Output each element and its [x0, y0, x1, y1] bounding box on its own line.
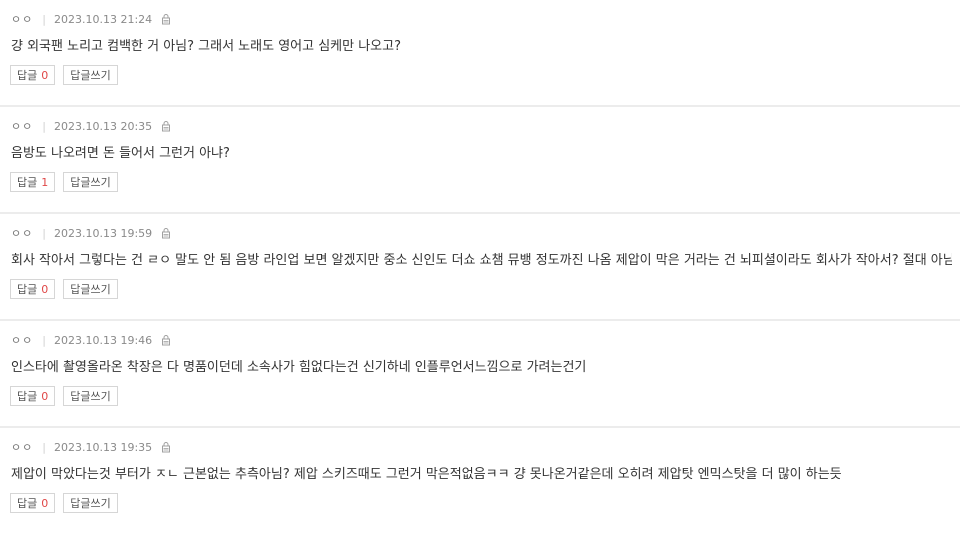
write-reply-button[interactable]: 답글쓰기	[63, 172, 118, 192]
comment-text: 음방도 나오려면 돈 들어서 그런거 아냐?	[11, 146, 230, 161]
lock-icon	[161, 441, 171, 453]
reply-label: 답글	[17, 390, 38, 403]
comment-item: ㅇㅇ | 2023.10.13 21:24 걍 외국팬 노리고 컴백한 거 아님…	[0, 0, 960, 107]
lock-icon	[161, 334, 171, 346]
lock-icon	[161, 13, 171, 25]
meta-divider: |	[42, 333, 46, 347]
write-reply-label: 답글쓰기	[70, 283, 111, 296]
comment-actions: 답글 1 답글쓰기	[10, 172, 118, 192]
reply-toggle-button[interactable]: 답글 0	[10, 493, 56, 513]
write-reply-button[interactable]: 답글쓰기	[63, 493, 118, 513]
comment-actions: 답글 0 답글쓰기	[10, 65, 118, 85]
meta-divider: |	[42, 12, 46, 26]
write-reply-label: 답글쓰기	[70, 69, 111, 82]
write-reply-button[interactable]: 답글쓰기	[63, 386, 118, 406]
comment-date: 2023.10.13 21:24	[53, 12, 153, 26]
reply-count: 0	[41, 496, 49, 510]
write-reply-label: 답글쓰기	[70, 390, 111, 403]
comment-date: 2023.10.13 20:35	[53, 119, 153, 133]
reply-count: 1	[41, 175, 49, 189]
lock-icon	[161, 120, 171, 132]
write-reply-label: 답글쓰기	[70, 176, 111, 189]
comment-list: ㅇㅇ | 2023.10.13 21:24 걍 외국팬 노리고 컴백한 거 아님…	[0, 0, 960, 535]
comment-item: ㅇㅇ | 2023.10.13 19:59 회사 작아서 그렇다는 건 ㄹㅇ 말…	[0, 214, 960, 321]
reply-count: 0	[41, 282, 49, 296]
comment-meta: ㅇㅇ | 2023.10.13 19:46	[11, 333, 171, 347]
comment-date: 2023.10.13 19:46	[53, 333, 153, 347]
comment-item: ㅇㅇ | 2023.10.13 19:35 제압이 막았다는것 부터가 ㅈㄴ 근…	[0, 428, 960, 535]
write-reply-label: 답글쓰기	[70, 497, 111, 510]
reply-toggle-button[interactable]: 답글 0	[10, 386, 56, 406]
comment-text: 회사 작아서 그렇다는 건 ㄹㅇ 말도 안 됨 음방 라인업 보면 알겠지만 중…	[11, 253, 952, 268]
comment-author: ㅇㅇ	[11, 120, 34, 133]
meta-divider: |	[42, 440, 46, 454]
comment-text: 인스타에 촬영올라온 착장은 다 명품이던데 소속사가 힘없다는건 신기하네 인…	[11, 360, 587, 375]
comment-item: ㅇㅇ | 2023.10.13 19:46 인스타에 촬영올라온 착장은 다 명…	[0, 321, 960, 428]
meta-divider: |	[42, 226, 46, 240]
comment-text: 걍 외국팬 노리고 컴백한 거 아님? 그래서 노래도 영어고 심케만 나오고?	[11, 39, 402, 54]
comment-text: 제압이 막았다는것 부터가 ㅈㄴ 근본없는 추측아님? 제압 스키즈때도 그런거…	[11, 467, 842, 482]
comment-actions: 답글 0 답글쓰기	[10, 279, 118, 299]
comment-author: ㅇㅇ	[11, 13, 34, 26]
comment-author: ㅇㅇ	[11, 441, 34, 454]
reply-toggle-button[interactable]: 답글 1	[10, 172, 56, 192]
meta-divider: |	[42, 119, 46, 133]
comment-date: 2023.10.13 19:59	[53, 226, 153, 240]
reply-count: 0	[41, 389, 49, 403]
comment-author: ㅇㅇ	[11, 334, 34, 347]
reply-label: 답글	[17, 69, 38, 82]
comment-item: ㅇㅇ | 2023.10.13 20:35 음방도 나오려면 돈 들어서 그런거…	[0, 107, 960, 214]
comment-actions: 답글 0 답글쓰기	[10, 493, 118, 513]
comment-meta: ㅇㅇ | 2023.10.13 19:59	[11, 226, 171, 240]
write-reply-button[interactable]: 답글쓰기	[63, 65, 118, 85]
comment-author: ㅇㅇ	[11, 227, 34, 240]
comment-meta: ㅇㅇ | 2023.10.13 19:35	[11, 440, 171, 454]
write-reply-button[interactable]: 답글쓰기	[63, 279, 118, 299]
reply-label: 답글	[17, 176, 38, 189]
comment-actions: 답글 0 답글쓰기	[10, 386, 118, 406]
reply-label: 답글	[17, 283, 38, 296]
comment-date: 2023.10.13 19:35	[53, 440, 153, 454]
reply-toggle-button[interactable]: 답글 0	[10, 65, 56, 85]
comment-meta: ㅇㅇ | 2023.10.13 20:35	[11, 119, 171, 133]
comment-meta: ㅇㅇ | 2023.10.13 21:24	[11, 12, 171, 26]
reply-count: 0	[41, 68, 49, 82]
lock-icon	[161, 227, 171, 239]
reply-label: 답글	[17, 497, 38, 510]
reply-toggle-button[interactable]: 답글 0	[10, 279, 56, 299]
